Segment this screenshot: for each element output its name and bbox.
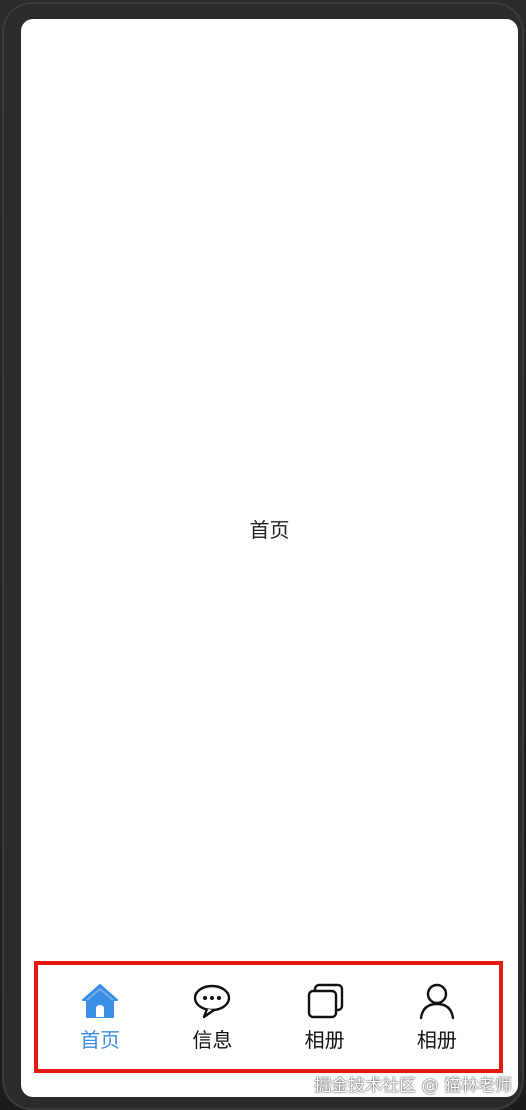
watermark: 掘金技术社区 @ 猫林老师 bbox=[314, 1076, 512, 1096]
tab-label: 相册 bbox=[416, 1028, 457, 1052]
device-frame: 首页 首页 信息 相册 相册 掘金技术社区 @ 猫林老师 bbox=[0, 0, 526, 1110]
tab-messages[interactable]: 信息 bbox=[167, 981, 257, 1053]
tab-home[interactable]: 首页 bbox=[55, 981, 145, 1053]
person-icon bbox=[417, 981, 457, 1021]
page-title: 首页 bbox=[249, 517, 290, 542]
tab-album[interactable]: 相册 bbox=[280, 981, 370, 1053]
tab-label: 首页 bbox=[80, 1028, 121, 1052]
tab-label: 信息 bbox=[192, 1028, 233, 1052]
app-screen: 首页 首页 信息 相册 相册 bbox=[21, 19, 518, 1097]
home-icon bbox=[80, 981, 120, 1021]
chat-bubble-icon bbox=[192, 981, 232, 1021]
photo-stack-icon bbox=[305, 981, 345, 1021]
page-content: 首页 bbox=[21, 19, 518, 1037]
tab-label: 相册 bbox=[304, 1028, 345, 1052]
bottom-tab-bar: 首页 信息 相册 相册 bbox=[34, 961, 503, 1073]
tab-profile[interactable]: 相册 bbox=[392, 981, 482, 1053]
